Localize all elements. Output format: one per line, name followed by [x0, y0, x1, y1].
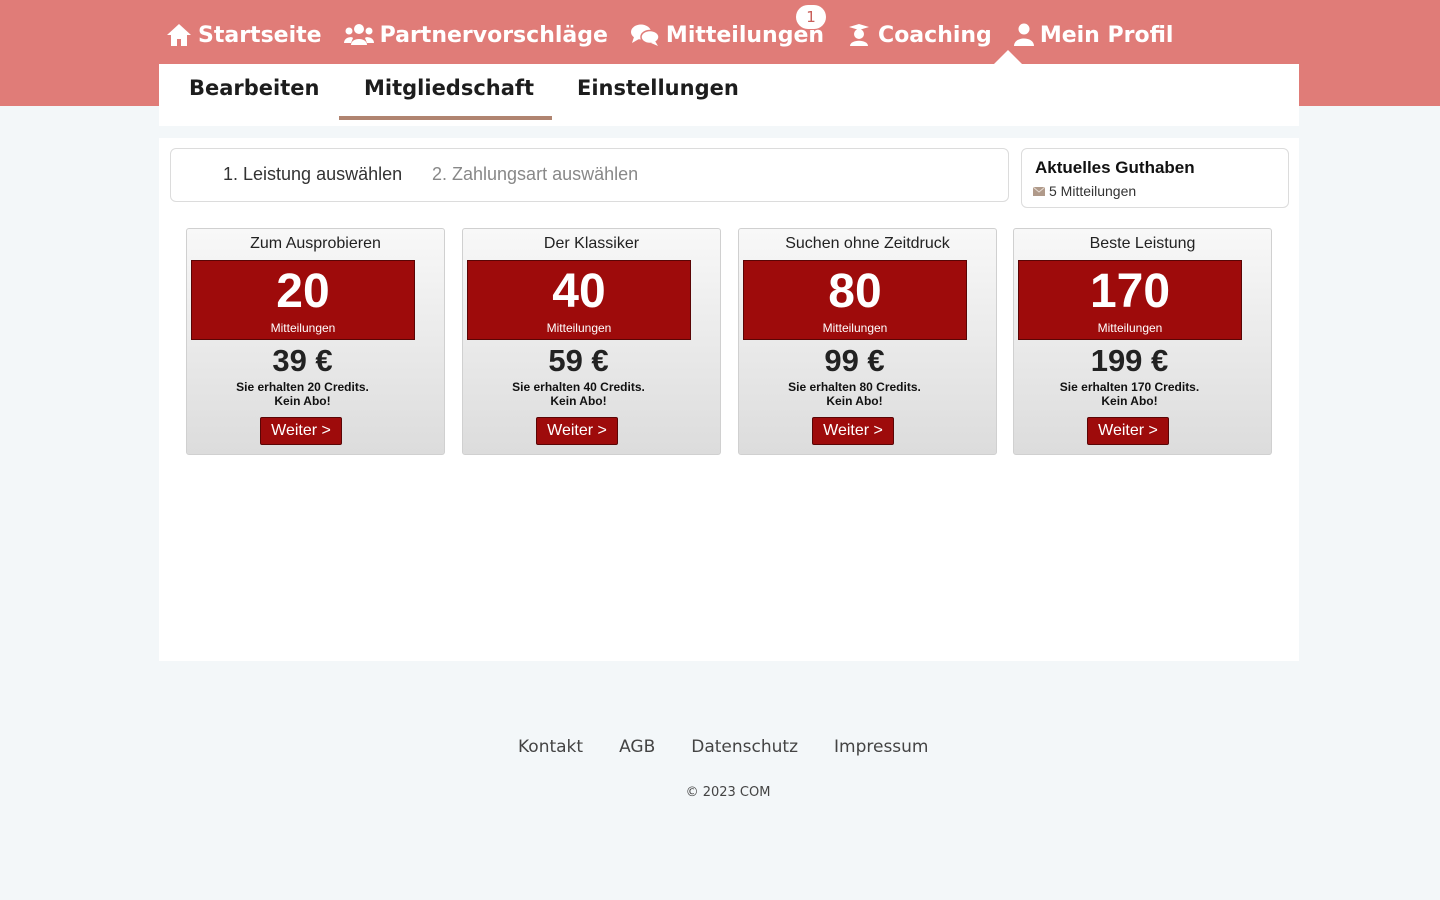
balance-title: Aktuelles Guthaben	[1035, 158, 1195, 177]
package-price: 39 €	[272, 343, 333, 378]
package-no-subscription-text: Kein Abo!	[274, 394, 331, 408]
unread-badge: 1	[796, 4, 827, 29]
balance-value: 5 Mitteilungen	[1049, 183, 1137, 199]
package-name: Suchen ohne Zeitdruck	[785, 235, 950, 252]
package-unit: Mitteilungen	[546, 321, 612, 335]
step-1: 1. Leistung auswählen	[223, 164, 403, 184]
nav-label: Mein Profil	[1039, 22, 1174, 48]
package-credits-text: Sie erhalten 80 Credits.	[788, 380, 921, 394]
package-count-box: 20 Mitteilungen	[191, 260, 415, 340]
balance-value-line: 5 Mitteilungen	[1033, 183, 1136, 199]
continue-button[interactable]: Weiter >	[812, 417, 894, 445]
package-note: Sie erhalten 80 Credits. Kein Abo!	[739, 380, 970, 408]
package-list: Zum Ausprobieren 20 Mitteilungen 39 € Si…	[186, 228, 1276, 456]
users-icon	[343, 24, 374, 45]
footer-link-agb[interactable]: AGB	[619, 737, 655, 757]
nav-item-coaching[interactable]: Coaching	[846, 23, 992, 48]
package-note: Sie erhalten 20 Credits. Kein Abo!	[187, 380, 418, 408]
package-card: Suchen ohne Zeitdruck 80 Mitteilungen 99…	[738, 228, 997, 455]
nav-item-mitteilungen[interactable]: Mitteilungen 1	[630, 4, 827, 48]
package-price: 59 €	[548, 343, 609, 378]
step-2: 2. Zahlungsart auswählen	[432, 164, 639, 184]
continue-button[interactable]: Weiter >	[536, 417, 618, 445]
footer-link-kontakt[interactable]: Kontakt	[518, 737, 583, 757]
package-credits-text: Sie erhalten 20 Credits.	[236, 380, 369, 394]
continue-button[interactable]: Weiter >	[1087, 417, 1169, 445]
package-price: 199 €	[1090, 343, 1169, 378]
package-no-subscription-text: Kein Abo!	[1101, 394, 1158, 408]
package-card: Beste Leistung 170 Mitteilungen 199 € Si…	[1013, 228, 1272, 455]
main-nav: Startseite Partnervorschläge Mitteilunge…	[166, 4, 1195, 52]
package-count: 80	[828, 265, 882, 318]
footer-link-datenschutz[interactable]: Datenschutz	[691, 737, 798, 757]
profile-tabs: Bearbeiten Mitgliedschaft Einstellungen	[159, 64, 1299, 138]
package-card: Der Klassiker 40 Mitteilungen 59 € Sie e…	[462, 228, 721, 455]
copyright: © 2023 COM	[685, 785, 771, 800]
nav-item-partnervorschlaege[interactable]: Partnervorschläge	[343, 22, 608, 48]
package-name: Zum Ausprobieren	[250, 235, 381, 252]
user-icon	[1013, 23, 1034, 46]
checkout-steps: 1. Leistung auswählen 2. Zahlungsart aus…	[170, 148, 1009, 202]
package-note: Sie erhalten 170 Credits. Kein Abo!	[1014, 380, 1245, 408]
continue-button[interactable]: Weiter >	[260, 417, 342, 445]
package-card: Zum Ausprobieren 20 Mitteilungen 39 € Si…	[186, 228, 445, 455]
package-no-subscription-text: Kein Abo!	[550, 394, 607, 408]
package-unit: Mitteilungen	[822, 321, 888, 335]
package-unit: Mitteilungen	[1097, 321, 1163, 335]
coach-icon	[849, 24, 870, 46]
tab-bearbeiten[interactable]: Bearbeiten	[189, 76, 319, 100]
tab-einstellungen[interactable]: Einstellungen	[577, 76, 739, 100]
package-count: 170	[1089, 265, 1171, 318]
nav-item-startseite[interactable]: Startseite	[166, 23, 322, 48]
chat-icon	[630, 24, 660, 46]
tab-mitgliedschaft[interactable]: Mitgliedschaft	[364, 76, 534, 100]
footer-links: Kontakt AGB Datenschutz Impressum	[518, 737, 965, 757]
main-card: Bearbeiten Mitgliedschaft Einstellungen …	[159, 64, 1299, 661]
package-note: Sie erhalten 40 Credits. Kein Abo!	[463, 380, 694, 408]
footer-link-impressum[interactable]: Impressum	[834, 737, 929, 757]
package-no-subscription-text: Kein Abo!	[826, 394, 883, 408]
package-count-box: 170 Mitteilungen	[1018, 260, 1242, 340]
nav-item-mein-profil[interactable]: Mein Profil	[1013, 22, 1174, 48]
home-icon	[167, 24, 191, 46]
package-name: Der Klassiker	[543, 235, 640, 252]
active-tab-indicator	[339, 116, 552, 120]
package-credits-text: Sie erhalten 40 Credits.	[512, 380, 645, 394]
nav-label: Coaching	[878, 22, 992, 48]
credit-balance: Aktuelles Guthaben 5 Mitteilungen	[1021, 148, 1289, 208]
package-count-box: 40 Mitteilungen	[467, 260, 691, 340]
package-unit: Mitteilungen	[270, 321, 336, 335]
envelope-icon	[1033, 186, 1045, 196]
package-count-box: 80 Mitteilungen	[743, 260, 967, 340]
package-count: 20	[276, 265, 330, 318]
package-count: 40	[552, 265, 606, 318]
nav-label: Partnervorschläge	[379, 22, 608, 48]
package-price: 99 €	[824, 343, 885, 378]
active-nav-caret	[994, 50, 1022, 64]
package-credits-text: Sie erhalten 170 Credits.	[1059, 380, 1200, 394]
package-name: Beste Leistung	[1089, 235, 1196, 252]
nav-label: Startseite	[198, 22, 322, 48]
